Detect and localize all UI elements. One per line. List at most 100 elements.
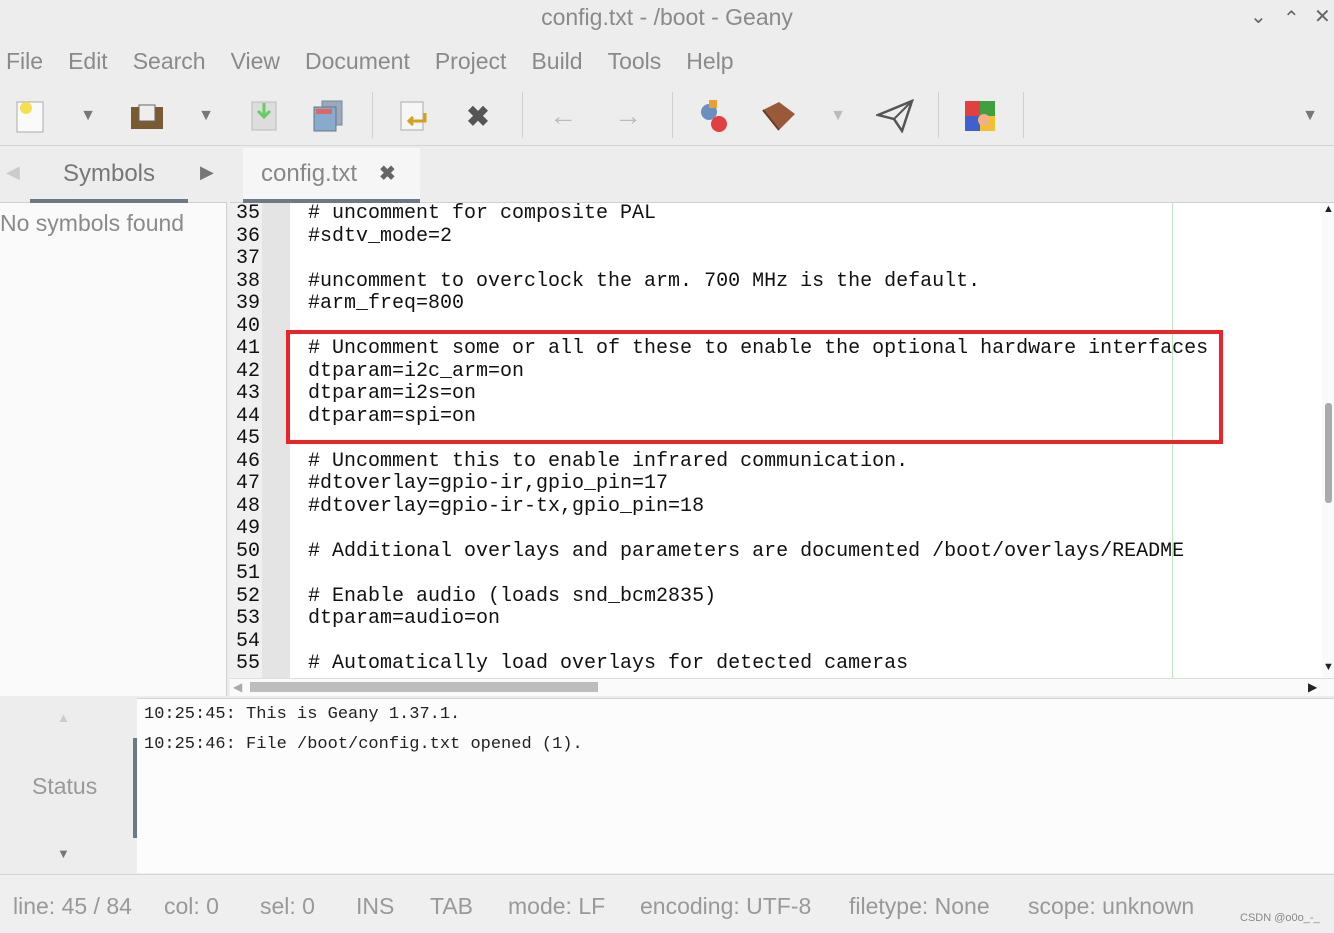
toolbar-overflow-icon[interactable]: ▼ <box>1290 96 1330 136</box>
message-panel: 10:25:45: This is Geany 1.37.1. 10:25:46… <box>137 698 1334 873</box>
menu-bar: File Edit Search View Document Project B… <box>0 42 753 82</box>
status-filetype: filetype: None <box>849 893 990 919</box>
line-number: 43 <box>236 382 261 405</box>
line-number: 46 <box>236 449 261 473</box>
menu-file[interactable]: File <box>0 42 55 82</box>
no-symbols-text: No symbols found <box>0 210 185 236</box>
back-icon[interactable]: ← <box>543 96 583 136</box>
document-tabs: config.txt ✖ <box>230 148 1334 203</box>
line-number: 51 <box>236 562 261 585</box>
open-dropdown-icon[interactable]: ▼ <box>186 96 226 136</box>
line-number: 47 <box>236 472 261 495</box>
line-number: 42 <box>236 359 261 383</box>
line-number: 52 <box>236 584 261 608</box>
code-line: # uncomment for composite PAL <box>308 203 657 225</box>
tab-scroll-left-icon[interactable]: ◀ <box>6 162 20 183</box>
line-number: 35 <box>236 203 261 225</box>
line-number: 54 <box>236 629 261 653</box>
message-tabs: ▲ Status ▼ <box>0 698 137 873</box>
build-dropdown-icon[interactable]: ▼ <box>818 96 858 136</box>
status-encoding: encoding: UTF-8 <box>640 893 812 919</box>
code-line: # Uncomment this to enable infrared comm… <box>308 449 909 473</box>
status-line: line: 45 / 84 <box>13 893 132 919</box>
message-line: 10:25:45: This is Geany 1.37.1. <box>144 705 461 724</box>
build-icon[interactable] <box>758 96 798 136</box>
sidebar-tabs: ◀ Symbols ▶ <box>0 148 227 203</box>
save-icon[interactable] <box>244 96 284 136</box>
status-tab: TAB <box>430 893 474 919</box>
tab-close-icon[interactable]: ✖ <box>379 161 396 186</box>
code-line: dtparam=audio=on <box>308 607 501 630</box>
menu-tools[interactable]: Tools <box>602 42 674 82</box>
window-title: config.txt - /boot - Geany <box>541 4 793 30</box>
close-file-icon[interactable]: ✖ <box>458 96 498 136</box>
highlight-box <box>286 330 1223 444</box>
line-number: 38 <box>236 269 261 293</box>
menu-document[interactable]: Document <box>299 42 422 82</box>
menu-help[interactable]: Help <box>680 42 745 82</box>
line-number: 36 <box>236 224 261 248</box>
code-line: #sdtv_mode=2 <box>308 224 453 248</box>
code-line: # Additional overlays and parameters are… <box>308 539 1185 563</box>
line-number: 41 <box>236 337 261 360</box>
revert-icon[interactable] <box>393 96 433 136</box>
minimize-icon[interactable]: ⌄ <box>1250 4 1267 29</box>
save-all-icon[interactable] <box>308 96 348 136</box>
vertical-scroll-thumb[interactable] <box>1325 403 1332 503</box>
status-col: col: 0 <box>164 893 219 919</box>
status-mode: mode: LF <box>508 893 606 919</box>
line-number: 50 <box>236 539 261 563</box>
toolbar: ▼ ▼ ✖ ← → ▼ ▼ <box>0 86 1334 146</box>
line-number: 49 <box>236 517 261 540</box>
line-number: 55 <box>236 652 261 675</box>
status-ins: INS <box>356 893 395 919</box>
color-chooser-icon[interactable] <box>960 96 1000 136</box>
code-line: #uncomment to overclock the arm. 700 MHz… <box>308 269 981 293</box>
code-line: # Automatically load overlays for detect… <box>308 652 909 675</box>
menu-build[interactable]: Build <box>525 42 594 82</box>
maximize-icon[interactable]: ⌃ <box>1283 6 1300 31</box>
menu-view[interactable]: View <box>225 42 292 82</box>
menu-edit[interactable]: Edit <box>62 42 120 82</box>
tab-down-icon[interactable]: ▼ <box>57 846 70 861</box>
line-number: 39 <box>236 292 261 315</box>
line-number: 53 <box>236 607 261 630</box>
status-scope: scope: unknown <box>1028 893 1195 919</box>
scroll-up-icon[interactable]: ▲ <box>1323 203 1334 215</box>
line-number: 37 <box>236 247 261 270</box>
compile-icon[interactable] <box>693 96 733 136</box>
scroll-right-icon[interactable]: ▶ <box>1308 680 1317 694</box>
tab-up-icon[interactable]: ▲ <box>57 710 70 725</box>
tab-symbols[interactable]: Symbols <box>30 148 188 203</box>
horizontal-scroll-thumb[interactable] <box>250 682 598 692</box>
title-bar: config.txt - /boot - Geany <box>0 0 1334 38</box>
close-window-icon[interactable]: ✕ <box>1314 4 1331 29</box>
watermark: CSDN @o0o_-_ <box>1240 912 1320 924</box>
vertical-scrollbar[interactable]: ▲ ▼ <box>1322 203 1334 678</box>
new-dropdown-icon[interactable]: ▼ <box>68 96 108 136</box>
code-line: # Enable audio (loads snd_bcm2835) <box>308 584 717 608</box>
line-number: 48 <box>236 494 261 518</box>
line-number: 40 <box>236 314 261 338</box>
tab-config-txt[interactable]: config.txt ✖ <box>243 148 420 203</box>
open-file-icon[interactable] <box>127 96 167 136</box>
line-number: 44 <box>236 404 261 428</box>
scroll-down-icon[interactable]: ▼ <box>1323 661 1334 673</box>
code-line: #dtoverlay=gpio-ir,gpio_pin=17 <box>308 472 669 495</box>
tab-symbols-label: Symbols <box>62 160 156 187</box>
line-number: 45 <box>236 427 261 450</box>
scroll-left-icon[interactable]: ◀ <box>233 680 242 694</box>
execute-icon[interactable] <box>875 96 915 136</box>
tab-label: config.txt <box>261 160 358 187</box>
new-file-icon[interactable] <box>10 96 50 136</box>
tab-scroll-right-icon[interactable]: ▶ <box>200 162 214 183</box>
menu-search[interactable]: Search <box>127 42 218 82</box>
status-sel: sel: 0 <box>260 893 315 919</box>
forward-icon[interactable]: → <box>608 96 648 136</box>
status-bar: line: 45 / 84 col: 0 sel: 0 INS TAB mode… <box>0 874 1334 933</box>
tab-status[interactable]: Status <box>32 773 97 800</box>
menu-project[interactable]: Project <box>429 42 519 82</box>
code-line: #dtoverlay=gpio-ir-tx,gpio_pin=18 <box>308 494 705 518</box>
horizontal-scrollbar[interactable]: ◀ ▶ <box>230 678 1334 696</box>
message-line: 10:25:46: File /boot/config.txt opened (… <box>144 735 583 754</box>
